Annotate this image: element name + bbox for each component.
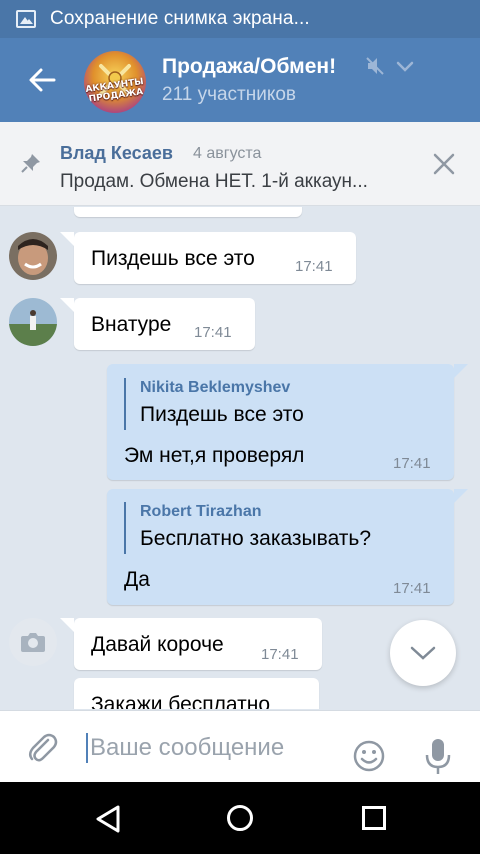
message-bubble[interactable]: Пиздешь все это 17:41 bbox=[60, 232, 356, 284]
avatar[interactable] bbox=[9, 232, 57, 280]
message-input[interactable] bbox=[90, 731, 330, 765]
message-bubble[interactable]: Внатуре 17:41 bbox=[60, 298, 255, 350]
nav-recents-icon[interactable] bbox=[362, 806, 386, 830]
message-time: 17:41 bbox=[393, 580, 431, 597]
camera-icon bbox=[21, 633, 45, 652]
pinned-message[interactable]: Влад Кесаев 4 августа Продам. Обмена НЕТ… bbox=[0, 122, 480, 206]
message-list[interactable]: 17:41 Пиздешь все это 17:41 Внатуре 17:4… bbox=[0, 207, 480, 709]
reply-quote-author: Robert Tirazhan bbox=[140, 503, 262, 520]
smile-icon[interactable] bbox=[352, 739, 386, 773]
attach-icon[interactable] bbox=[26, 730, 58, 764]
reply-quote-author: Nikita Beklemyshev bbox=[140, 379, 291, 396]
message-text: Закажи бесплатно bbox=[91, 693, 271, 709]
pin-icon bbox=[21, 154, 40, 173]
system-nav-bar bbox=[0, 782, 480, 854]
message-text: Внатуре bbox=[91, 313, 172, 336]
pinned-date: 4 августа bbox=[193, 145, 262, 162]
mute-icon bbox=[366, 57, 384, 75]
reply-quote[interactable]: Nikita Beklemyshev Пиздешь все это bbox=[124, 378, 304, 430]
mic-icon[interactable] bbox=[424, 737, 452, 777]
message-time: 17:41 bbox=[194, 324, 232, 341]
reply-quote-text: Бесплатно заказывать? bbox=[140, 527, 372, 550]
message-bubble-outgoing[interactable]: Nikita Beklemyshev Пиздешь все это Эм не… bbox=[107, 364, 468, 480]
chevron-down-icon[interactable] bbox=[395, 58, 415, 74]
status-bar: Сохранение снимка экрана... bbox=[0, 0, 480, 38]
message-time: 17:41 bbox=[393, 455, 431, 472]
pinned-text: Продам. Обмена НЕТ. 1-й аккаун... bbox=[60, 171, 368, 192]
nav-home-icon[interactable] bbox=[227, 805, 253, 831]
nav-back-icon[interactable] bbox=[94, 804, 122, 834]
reply-quote-text: Пиздешь все это bbox=[140, 403, 304, 426]
reply-quote[interactable]: Robert Tirazhan Бесплатно заказывать? bbox=[124, 502, 371, 554]
close-icon[interactable] bbox=[432, 152, 456, 176]
back-arrow-icon[interactable] bbox=[26, 64, 58, 96]
chat-avatar[interactable]: АККАУНТЫ ПРОДАЖА bbox=[84, 51, 146, 113]
scroll-down-button[interactable] bbox=[390, 620, 456, 686]
text-caret bbox=[86, 733, 88, 763]
composer bbox=[0, 710, 480, 782]
message-text: Да bbox=[124, 568, 150, 591]
screenshot-image-icon bbox=[16, 10, 36, 28]
pinned-author: Влад Кесаев bbox=[60, 143, 173, 163]
avatar[interactable] bbox=[9, 618, 57, 666]
message-time: 17:41 bbox=[295, 258, 333, 275]
message-text: Пиздешь все это bbox=[91, 247, 255, 270]
message-text: Эм нет,я проверял bbox=[124, 444, 305, 467]
avatar[interactable] bbox=[9, 298, 57, 346]
chat-header: АККАУНТЫ ПРОДАЖА Продажа/Обмен! 211 участ… bbox=[0, 38, 480, 122]
message-bubble[interactable]: Закажи бесплатно bbox=[74, 678, 319, 709]
status-notification: Сохранение снимка экрана... bbox=[50, 8, 310, 29]
message-bubble-partial: 17:41 bbox=[74, 207, 302, 217]
chat-member-count: 211 участников bbox=[162, 84, 297, 105]
chevron-down-icon bbox=[410, 646, 436, 660]
message-bubble-outgoing[interactable]: Robert Tirazhan Бесплатно заказывать? Да… bbox=[107, 489, 468, 605]
message-time: 17:41 bbox=[261, 646, 299, 663]
message-bubble[interactable]: Давай короче 17:41 bbox=[60, 618, 322, 670]
chat-title[interactable]: Продажа/Обмен! bbox=[162, 55, 336, 79]
message-text: Давай короче bbox=[91, 633, 224, 656]
